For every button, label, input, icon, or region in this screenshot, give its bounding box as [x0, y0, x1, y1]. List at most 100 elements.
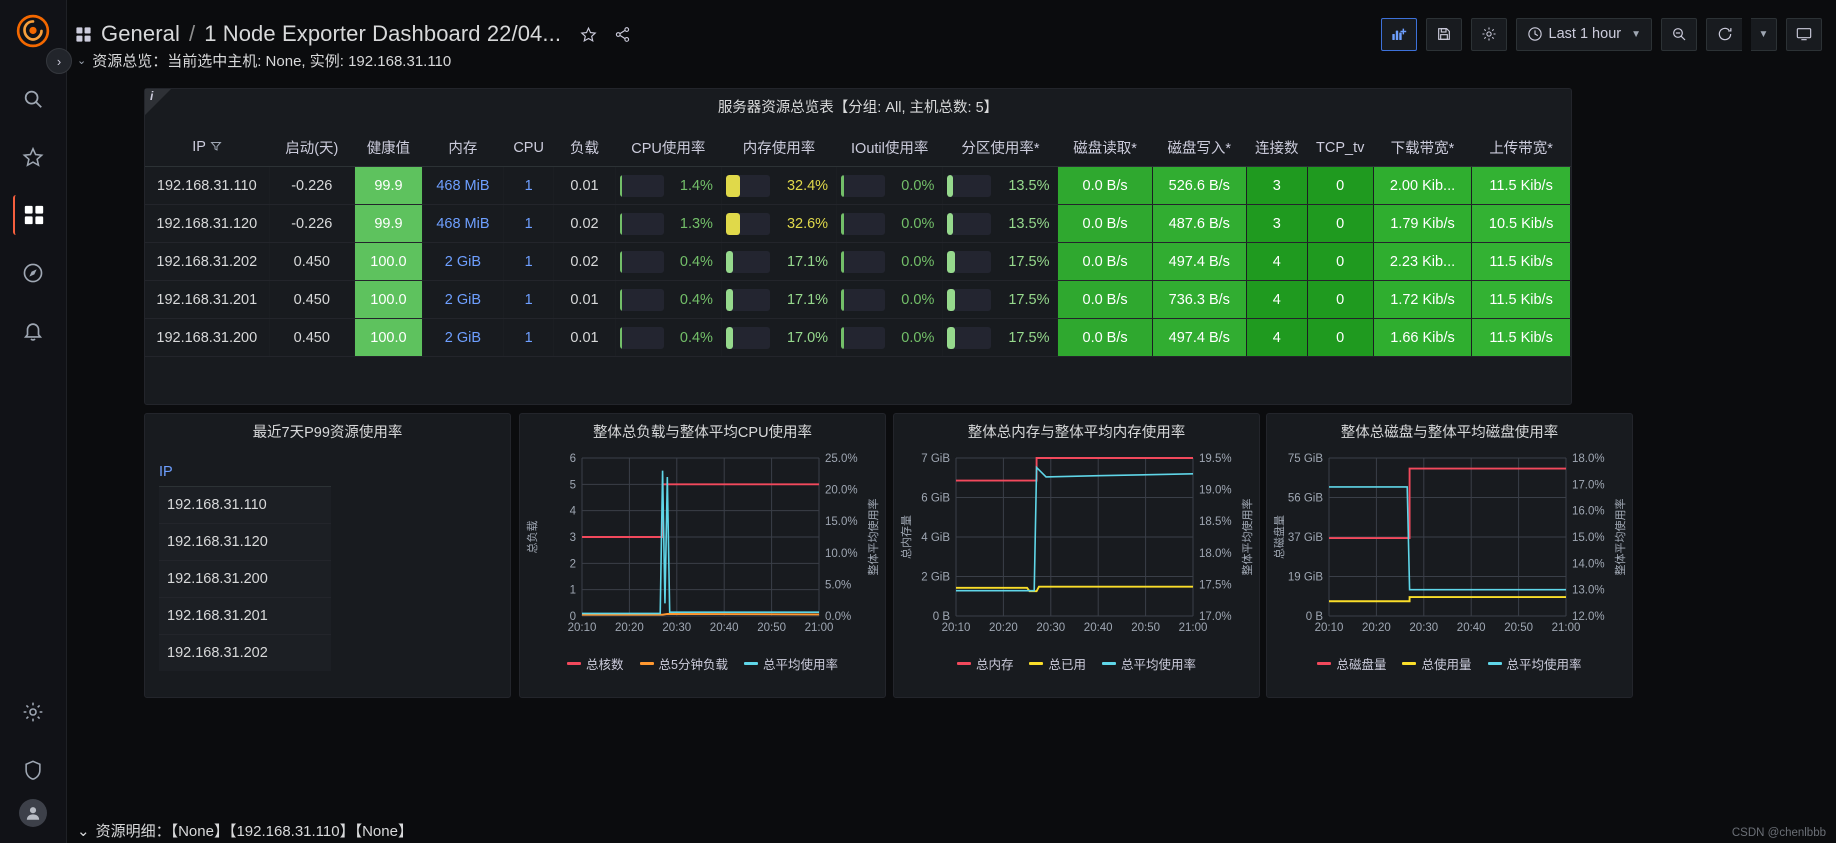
cell-connections: 3 [1246, 204, 1308, 243]
refresh-interval-dropdown[interactable]: ▼ [1751, 17, 1777, 51]
cell-cpu-usage: 0.4% [615, 318, 722, 357]
dashboard-settings-button[interactable] [1470, 17, 1507, 51]
legend-item[interactable]: 总核数 [567, 654, 624, 673]
table-col-header[interactable]: 内存 [422, 129, 504, 167]
table-row[interactable]: 192.168.31.200 0.450 100.0 2 GiB 1 0.01 0.4% 17… [145, 318, 1571, 357]
cycle-view-mode-button[interactable] [1786, 17, 1822, 51]
table-col-header[interactable]: IP [145, 129, 270, 167]
table-col-header[interactable]: IOutil使用率 [836, 129, 943, 167]
cell-disk-write: 497.4 B/s [1152, 242, 1247, 281]
cell-load: 0.01 [553, 166, 616, 205]
cell-cpu: 1 [503, 204, 555, 243]
legend-item[interactable]: 总已用 [1029, 654, 1086, 673]
save-dashboard-button[interactable] [1425, 17, 1462, 51]
gauge-value: 1.4% [679, 177, 713, 194]
sidebar-item-starred[interactable] [13, 137, 53, 177]
x-axis-tick: 20:20 [1362, 622, 1391, 634]
chevron-down-icon: ⌄ [77, 55, 87, 67]
gauge-value: 0.0% [901, 177, 935, 194]
legend-item[interactable]: 总使用量 [1402, 654, 1472, 673]
cell-disk-write: 497.4 B/s [1152, 318, 1247, 357]
cell-memory: 468 MiB [422, 166, 504, 205]
y-axis-tick: 6 GiB [921, 493, 950, 505]
sidebar-item-search[interactable] [13, 79, 53, 119]
list-item[interactable]: 192.168.31.202 [159, 634, 331, 671]
gauge-track [725, 174, 770, 197]
legend-item[interactable]: 总5分钟负载 [639, 654, 728, 673]
time-range-picker[interactable]: Last 1 hour ▼ [1515, 17, 1652, 51]
expand-nav-button[interactable]: › [46, 48, 72, 74]
table-row[interactable]: 192.168.31.202 0.450 100.0 2 GiB 1 0.02 0.4% 17… [145, 242, 1571, 281]
chart-area-disk: 0 B 19 GiB 37 GiB 56 GiB 75 GiB 12.0% 13.0% 14.… [1267, 444, 1632, 652]
legend-item[interactable]: 总平均使用率 [1102, 654, 1196, 673]
table-col-header[interactable]: 磁盘读取* [1057, 129, 1153, 167]
table-col-header[interactable]: 负载 [553, 129, 616, 167]
gauge-fill [619, 326, 623, 349]
cell-connections: 3 [1246, 166, 1308, 205]
info-icon[interactable]: i [150, 89, 153, 103]
legend-item[interactable]: 总平均使用率 [1487, 654, 1582, 673]
y-axis-tick: 7 GiB [921, 453, 950, 465]
sidebar-item-configuration[interactable] [13, 692, 53, 732]
filter-icon[interactable] [210, 140, 222, 156]
sidebar-item-explore[interactable] [13, 253, 53, 293]
refresh-dashboard-button[interactable] [1706, 17, 1742, 51]
table-col-header[interactable]: 启动(天) [269, 129, 355, 167]
breadcrumb: General / 1 Node Exporter Dashboard 22/0… [75, 21, 631, 47]
table-row[interactable]: 192.168.31.110 -0.226 99.9 468 MiB 1 0.01 1.4%… [145, 166, 1571, 205]
cell-connections: 4 [1246, 280, 1308, 319]
share-icon[interactable] [614, 26, 631, 43]
add-panel-button[interactable] [1380, 17, 1417, 51]
table-col-header[interactable]: 内存使用率 [721, 129, 837, 167]
row-header-detail[interactable]: ⌄ 资源明细：【None】【192.168.31.110】【None】 [77, 820, 413, 841]
legend-item[interactable]: 总磁盘量 [1317, 654, 1386, 673]
sidebar-item-alerting[interactable] [13, 311, 53, 351]
gauge-value: 17.5% [1008, 291, 1050, 308]
gauge-value: 17.5% [1008, 329, 1050, 346]
breadcrumb-folder[interactable]: General [101, 21, 180, 47]
list-item[interactable]: 192.168.31.200 [159, 560, 331, 597]
table-col-header[interactable]: 分区使用率* [942, 129, 1058, 167]
gauge-fill [725, 250, 734, 273]
x-axis-tick: 20:20 [989, 622, 1018, 634]
table-col-header[interactable]: 健康值 [354, 129, 423, 167]
star-icon[interactable] [580, 26, 597, 43]
table-col-header[interactable]: 连接数 [1246, 129, 1308, 167]
table-row[interactable]: 192.168.31.120 -0.226 99.9 468 MiB 1 0.02 1.3%… [145, 204, 1571, 243]
grafana-logo-icon[interactable] [14, 12, 52, 50]
y-axis-tick: 75 GiB [1288, 453, 1323, 465]
table-col-header[interactable]: 磁盘写入* [1152, 129, 1247, 167]
cell-health: 99.9 [354, 166, 423, 205]
x-axis-tick: 20:50 [1131, 622, 1160, 634]
panel-p99-usage: 最近7天P99资源使用率 IP 192.168.31.110 192.168.31… [144, 413, 511, 698]
legend-item[interactable]: 总平均使用率 [743, 654, 838, 673]
table-col-header[interactable]: CPU [503, 129, 554, 167]
row-header-overview[interactable]: ⌄ 资源总览：当前选中主机: None, 实例: 192.168.31.110 [77, 50, 451, 71]
table-col-header[interactable]: CPU使用率 [615, 129, 722, 167]
gauge-fill [841, 212, 844, 235]
legend-swatch [1029, 662, 1044, 665]
y2-axis-tick: 25.0% [825, 453, 858, 465]
table-col-header[interactable]: TCP_tv [1307, 129, 1374, 167]
list-item[interactable]: 192.168.31.110 [159, 486, 331, 523]
zoom-out-time-button[interactable] [1661, 17, 1697, 51]
table-row[interactable]: 192.168.31.201 0.450 100.0 2 GiB 1 0.01 0.4% 17… [145, 280, 1571, 319]
gauge-track [841, 288, 886, 311]
avatar[interactable] [19, 799, 47, 827]
panel-title-p99: 最近7天P99资源使用率 [252, 425, 403, 441]
list-item[interactable]: 192.168.31.120 [159, 523, 331, 560]
table-col-header[interactable]: 下载带宽* [1373, 129, 1472, 167]
sidebar-item-dashboards[interactable] [13, 195, 53, 235]
panel-title-memory: 整体总内存与整体平均内存使用率 [967, 425, 1186, 441]
cell-ip: 192.168.31.202 [145, 242, 270, 281]
table-col-header[interactable]: 上传带宽* [1471, 129, 1571, 167]
list-item[interactable]: 192.168.31.201 [159, 597, 331, 634]
sidebar-item-server-admin[interactable] [13, 750, 53, 790]
cell-tcp-tv: 0 [1307, 204, 1374, 243]
watermark: CSDN @chenlbbb [1731, 827, 1826, 839]
cell-disk-read: 0.0 B/s [1057, 280, 1153, 319]
y2-axis-tick: 13.0% [1572, 585, 1605, 597]
legend-item[interactable]: 总内存 [956, 654, 1013, 673]
legend-label: 总使用量 [1421, 658, 1472, 672]
page-title[interactable]: 1 Node Exporter Dashboard 22/04... [204, 21, 561, 47]
